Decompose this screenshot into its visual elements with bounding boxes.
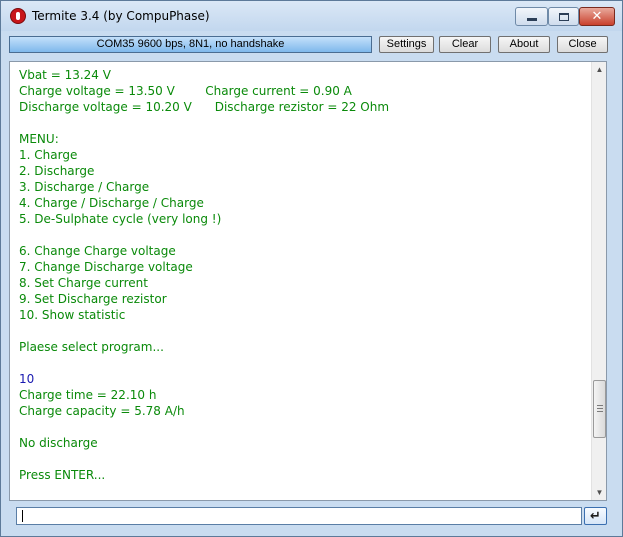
terminal-line: 8. Set Charge current — [19, 276, 148, 290]
send-button[interactable]: ↵ — [584, 507, 607, 525]
terminal-line: 10 — [19, 372, 35, 386]
termite-app-icon[interactable] — [10, 8, 26, 24]
terminal-line: 9. Set Discharge rezistor — [19, 292, 167, 306]
terminal-line: 2. Discharge — [19, 164, 95, 178]
terminal-line: No discharge — [19, 436, 98, 450]
terminal-lines: Vbat = 13.24 V Charge voltage = 13.50 V C… — [19, 67, 589, 483]
grip-line — [597, 411, 603, 412]
settings-button[interactable]: Settings — [379, 36, 434, 53]
grip-line — [597, 408, 603, 409]
terminal-output[interactable]: Vbat = 13.24 V Charge voltage = 13.50 V C… — [9, 61, 607, 501]
port-status-bar[interactable]: COM35 9600 bps, 8N1, no handshake — [9, 36, 372, 53]
scroll-up-arrow-icon[interactable]: ▲ — [592, 62, 607, 77]
scroll-down-arrow-icon[interactable]: ▼ — [592, 485, 607, 500]
clear-button[interactable]: Clear — [439, 36, 491, 53]
terminal-line: 4. Charge / Discharge / Charge — [19, 196, 204, 210]
terminal-line: Press ENTER... — [19, 468, 106, 482]
close-icon: ✕ — [591, 9, 603, 24]
terminal-line: MENU: — [19, 132, 59, 146]
maximize-button[interactable] — [548, 7, 579, 26]
terminal-line: 6. Change Charge voltage — [19, 244, 176, 258]
close-button[interactable]: Close — [557, 36, 608, 53]
terminal-line: Charge time = 22.10 h — [19, 388, 157, 402]
terminal-line: Discharge voltage = 10.20 V Discharge re… — [19, 100, 390, 114]
terminal-line: 7. Change Discharge voltage — [19, 260, 193, 274]
minimize-icon — [526, 18, 537, 21]
text-caret — [22, 510, 23, 522]
terminal-line: 1. Charge — [19, 148, 78, 162]
title-bar[interactable]: Termite 3.4 (by CompuPhase) ✕ — [1, 1, 622, 31]
about-button[interactable]: About — [498, 36, 550, 53]
command-input[interactable] — [16, 507, 582, 525]
maximize-icon — [558, 12, 569, 21]
terminal-line: 5. De-Sulphate cycle (very long !) — [19, 212, 222, 226]
termite-window: Termite 3.4 (by CompuPhase) ✕ COM35 9600… — [0, 0, 623, 537]
terminal-line: Plaese select program... — [19, 340, 164, 354]
window-close-button[interactable]: ✕ — [579, 7, 615, 26]
minimize-button[interactable] — [515, 7, 548, 26]
enter-return-icon: ↵ — [590, 508, 601, 524]
terminal-line: 10. Show statistic — [19, 308, 126, 322]
vertical-scrollbar[interactable]: ▲ ▼ — [591, 62, 606, 500]
window-title: Termite 3.4 (by CompuPhase) — [32, 9, 210, 23]
scroll-thumb[interactable] — [593, 380, 606, 438]
terminal-line: Vbat = 13.24 V — [19, 68, 111, 82]
terminal-line: Charge capacity = 5.78 A/h — [19, 404, 185, 418]
grip-line — [597, 405, 603, 406]
terminal-line: 3. Discharge / Charge — [19, 180, 150, 194]
terminal-line: Charge voltage = 13.50 V Charge current … — [19, 84, 352, 98]
